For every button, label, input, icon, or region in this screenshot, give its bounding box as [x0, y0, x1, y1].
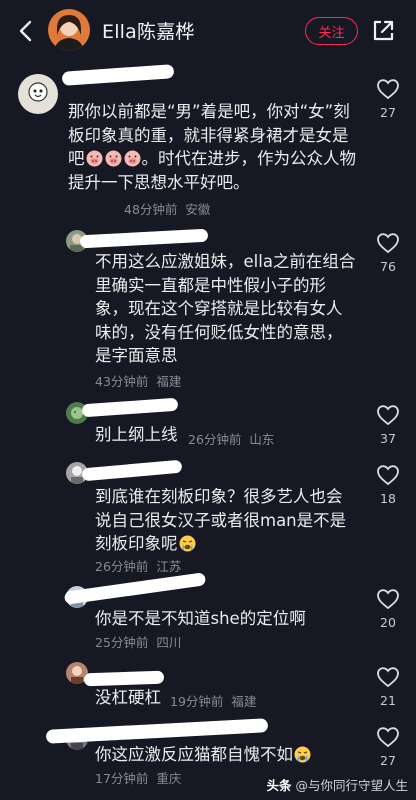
comment-meta: 26分钟前 江苏 [95, 556, 181, 575]
profile-avatar[interactable] [48, 9, 90, 51]
like-button[interactable]: 27 [373, 78, 403, 120]
like-count: 76 [380, 259, 396, 274]
crying-face-emoji-icon [294, 746, 311, 763]
reply-item: 到底谁在刻板印象？很多艺人也会说自己很女汉子或者很man是不是刻板印象呢 26分… [0, 454, 416, 574]
like-button[interactable]: 76 [373, 232, 403, 274]
redaction-mark [45, 718, 269, 744]
redaction-mark [63, 572, 207, 605]
heart-icon [377, 79, 399, 100]
like-button[interactable]: 20 [373, 588, 403, 630]
comment-time: 26分钟前 [188, 432, 242, 447]
comment-location: 重庆 [156, 771, 182, 786]
comment-meta: 48分钟前 安徽 [124, 199, 210, 218]
redaction-mark [83, 670, 165, 687]
top-bar: Ella陈嘉桦 关注 [0, 0, 416, 62]
comment-location: 福建 [231, 694, 257, 709]
comment-time: 26分钟前 [95, 559, 149, 574]
redaction-mark [81, 459, 183, 482]
heart-icon [377, 667, 399, 688]
watermark-brand: 头条 [266, 778, 292, 793]
reply-item: 你是不是不知道she的定位啊 25分钟前 四川 20 [0, 572, 416, 656]
crying-face-emoji-icon [179, 535, 196, 552]
comment-meta: 19分钟前 福建 [170, 691, 256, 710]
comment-location: 四川 [156, 635, 182, 650]
comment-location: 安徽 [185, 202, 211, 217]
comment-time: 19分钟前 [170, 694, 224, 709]
share-icon[interactable] [370, 18, 396, 44]
like-button[interactable]: 27 [373, 726, 403, 768]
comment-meta: 26分钟前 山东 [188, 429, 274, 448]
comment-location: 山东 [249, 432, 275, 447]
pig-face-emoji-icon [105, 150, 122, 167]
profile-name[interactable]: Ella陈嘉桦 [102, 17, 195, 44]
heart-icon [377, 589, 399, 610]
like-count: 20 [380, 615, 396, 630]
back-icon[interactable] [14, 18, 40, 44]
comment-meta: 43分钟前 福建 [95, 371, 181, 390]
comment-meta: 17分钟前 重庆 [95, 768, 181, 787]
reply-item: 别上纲上线 26分钟前 山东 37 [0, 392, 416, 454]
comment-time: 25分钟前 [95, 635, 149, 650]
like-button[interactable]: 37 [373, 404, 403, 446]
like-count: 37 [380, 431, 396, 446]
like-count: 27 [380, 753, 396, 768]
like-button[interactable]: 18 [373, 464, 403, 506]
comment-text: 你是不是不知道she的定位啊 [95, 609, 306, 628]
comment-text: 你这应激反应猫都自愧不如 [95, 743, 357, 767]
follow-button[interactable]: 关注 [305, 17, 358, 45]
comment-location: 福建 [156, 374, 182, 389]
redaction-mark [61, 64, 175, 86]
comment-time: 48分钟前 [124, 202, 178, 217]
like-count: 21 [380, 693, 396, 708]
like-button[interactable]: 21 [373, 666, 403, 708]
pig-face-emoji-icon [124, 150, 141, 167]
heart-icon [377, 727, 399, 748]
watermark-handle: @与你同行守望人生 [295, 778, 408, 793]
comment-time: 43分钟前 [95, 374, 149, 389]
comment-text: 那你以前都是“男”着是吧，你对“女”刻板印象真的重，就非得紧身裙才是女是吧 。时代… [68, 102, 356, 192]
heart-icon [377, 465, 399, 486]
like-count: 18 [380, 491, 396, 506]
pig-face-emoji-icon [86, 150, 103, 167]
heart-icon [377, 405, 399, 426]
commenter-avatar[interactable] [18, 74, 58, 114]
redaction-mark [81, 397, 179, 418]
comment-text: 不用这么应激姐妹，ella之前在组合里确实一直都是中性假小子的形象，现在这个穿搭… [95, 252, 356, 365]
reply-item: 不用这么应激姐妹，ella之前在组合里确实一直都是中性假小子的形象，现在这个穿搭… [0, 226, 416, 392]
comment-text: 别上纲上线 [95, 425, 178, 444]
comment-meta: 25分钟前 四川 [95, 632, 181, 651]
heart-icon [377, 233, 399, 254]
redaction-mark [79, 228, 209, 249]
comment-item: 那你以前都是“男”着是吧，你对“女”刻板印象真的重，就非得紧身裙才是女是吧 。时代… [0, 64, 416, 226]
watermark: 头条 @与你同行守望人生 [266, 775, 408, 794]
reply-item: 没杠硬杠 19分钟前 福建 21 [0, 656, 416, 714]
comment-time: 17分钟前 [95, 771, 149, 786]
comment-text: 到底谁在刻板印象？很多艺人也会说自己很女汉子或者很man是不是刻板印象呢 [95, 487, 347, 553]
comment-location: 江苏 [156, 559, 182, 574]
like-count: 27 [380, 105, 396, 120]
